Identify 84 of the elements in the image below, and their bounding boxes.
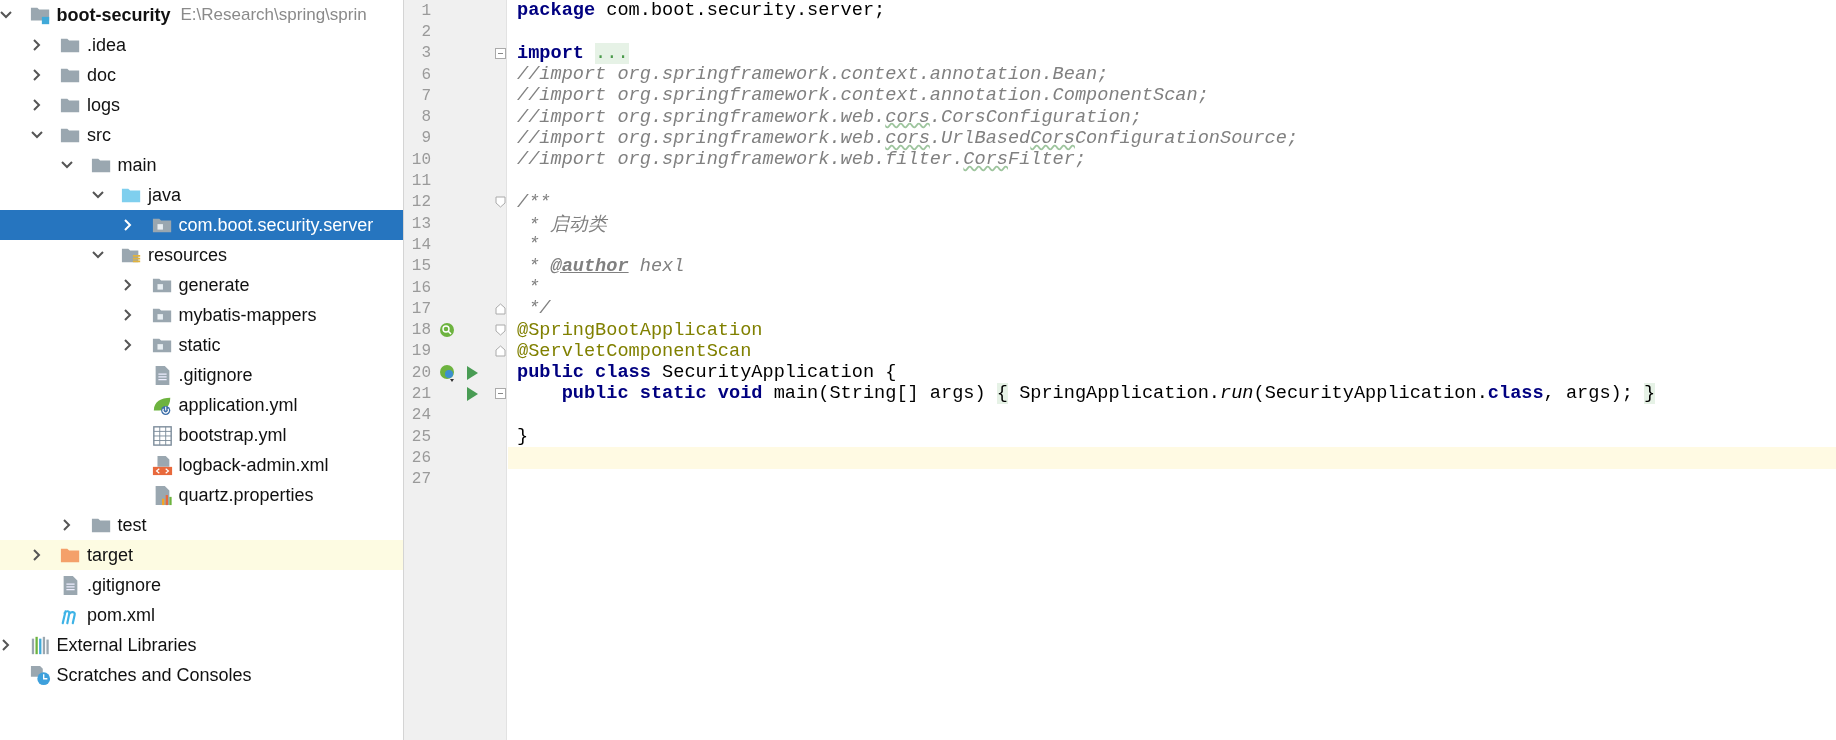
code-line: */ <box>527 298 551 320</box>
line-number: 2 <box>420 22 431 41</box>
line-number: 8 <box>420 108 431 127</box>
tree-row[interactable]: static <box>0 330 403 360</box>
line-number: 10 <box>410 150 431 169</box>
code-line: package com.boot.security.server; <box>517 0 886 22</box>
code-line: //import org.springframework.web.cors.UrlBasedCorsConfigurationSource; <box>517 127 1299 149</box>
chevron-right-icon[interactable] <box>30 38 43 52</box>
code-file-icon <box>151 453 173 477</box>
line-number: 24 <box>410 406 431 425</box>
line-number: 3 <box>420 44 431 63</box>
line-number: 15 <box>410 257 431 276</box>
tree-row[interactable]: src <box>0 120 403 150</box>
tree-row[interactable]: doc <box>0 60 403 90</box>
code-line: public class SecurityApplication { <box>517 362 897 384</box>
code-line: import ... <box>517 42 629 64</box>
chevron-right-icon[interactable] <box>61 518 73 532</box>
code-line: } <box>517 426 529 448</box>
code-line: * 启动类 <box>527 213 608 236</box>
line-number: 9 <box>420 129 431 148</box>
chevron-right-icon[interactable] <box>122 218 134 232</box>
line-number: 18 <box>410 321 431 340</box>
bean-icon[interactable] <box>439 363 457 382</box>
tree-row[interactable]: boot-security E:\Research\spring\sprin <box>0 0 403 30</box>
chevron-right-icon[interactable] <box>122 308 134 322</box>
tree-row[interactable]: .gitignore <box>0 360 403 390</box>
chevron-right-icon[interactable] <box>30 68 43 82</box>
chevron-right-icon[interactable] <box>0 638 12 652</box>
code-line: public static void main(String[] args) { SpringApplication.run(SecurityApplication.class, args); } <box>560 383 1656 405</box>
tree-row[interactable]: resources <box>0 240 403 270</box>
code-line: * <box>527 234 540 256</box>
tree-row[interactable]: .idea <box>0 30 403 60</box>
line-number: 6 <box>420 65 431 84</box>
code-line: /** <box>517 191 551 213</box>
tree-row[interactable]: target <box>0 540 403 570</box>
line-number: 1 <box>420 1 431 20</box>
tree-row[interactable]: application.yml <box>0 390 403 420</box>
tree-row[interactable]: .gitignore <box>0 570 403 600</box>
chevron-right-icon[interactable] <box>30 548 43 562</box>
line-number: 14 <box>410 235 431 254</box>
tree-row[interactable]: test <box>0 510 403 540</box>
code-line: //import org.springframework.web.filter.CorsFilter; <box>517 149 1087 171</box>
code-line: //import org.springframework.context.annotation.Bean; <box>517 64 1109 86</box>
line-number: 20 <box>410 363 431 382</box>
run-icon[interactable] <box>465 386 479 402</box>
project-path: E:\Research\spring\sprin <box>180 5 367 25</box>
tree-row[interactable]: generate <box>0 270 403 300</box>
line-number: 25 <box>410 427 431 446</box>
chevron-right-icon[interactable] <box>122 338 134 352</box>
code-line: * @author hexl <box>527 255 685 277</box>
line-number: 21 <box>410 385 431 403</box>
chevron-right-icon[interactable] <box>30 98 43 112</box>
tree-row[interactable]: quartz.properties <box>0 480 403 510</box>
code-line: @SpringBootApplication <box>517 319 763 341</box>
clock-file-icon <box>29 663 51 687</box>
tree-row[interactable]: com.boot.security.server <box>0 210 403 240</box>
chevron-right-icon[interactable] <box>122 278 134 292</box>
fold-icon[interactable] <box>495 388 506 400</box>
tree-row[interactable]: pom.xml <box>0 600 403 630</box>
line-number: 17 <box>410 299 431 318</box>
line-number: 12 <box>410 193 431 212</box>
fold-icon[interactable] <box>495 47 506 59</box>
line-number: 16 <box>410 278 431 297</box>
code-line: //import org.springframework.context.annotation.ComponentScan; <box>517 85 1209 107</box>
code-line: * <box>527 277 540 298</box>
line-number: 19 <box>410 342 431 361</box>
tree-row[interactable]: main <box>0 150 403 180</box>
tree-row[interactable]: java <box>0 180 403 210</box>
tree-row[interactable]: logs <box>0 90 403 120</box>
tree-row[interactable]: Scratches and Consoles <box>0 660 403 690</box>
line-number: 26 <box>410 448 431 467</box>
tree-row[interactable]: mybatis-mappers <box>0 300 403 330</box>
line-number: 27 <box>410 470 431 489</box>
line-number: 13 <box>410 214 431 233</box>
tree-row[interactable]: logback-admin.xml <box>0 450 403 480</box>
table-icon <box>151 423 173 447</box>
tree-row[interactable]: External Libraries <box>0 630 403 660</box>
run-icon[interactable] <box>465 364 479 381</box>
line-number: 11 <box>410 172 431 190</box>
code-line: //import org.springframework.web.cors.CorsConfiguration; <box>517 106 1142 128</box>
code-line: @ServletComponentScan <box>517 340 752 362</box>
bean-icon[interactable] <box>439 322 455 339</box>
tree-row[interactable]: bootstrap.yml <box>0 420 403 450</box>
line-number: 7 <box>420 86 431 105</box>
